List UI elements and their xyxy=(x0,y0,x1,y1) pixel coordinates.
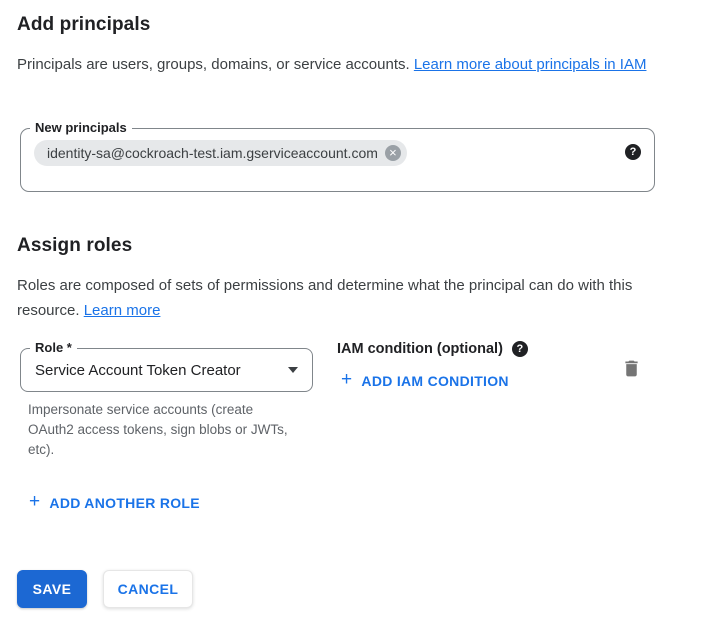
chevron-down-icon xyxy=(288,367,298,373)
iam-condition-help-icon[interactable]: ? xyxy=(512,341,528,357)
cancel-button[interactable]: CANCEL xyxy=(103,570,193,608)
plus-icon: + xyxy=(29,492,40,511)
save-button[interactable]: SAVE xyxy=(17,570,87,608)
add-iam-condition-button[interactable]: + ADD IAM CONDITION xyxy=(341,371,509,390)
page-title: Add principals xyxy=(17,14,150,36)
role-selected-value: Service Account Token Creator xyxy=(35,362,280,379)
add-principals-panel: Add principals Principals are users, gro… xyxy=(0,0,713,629)
add-another-role-button[interactable]: + ADD ANOTHER ROLE xyxy=(29,493,200,512)
assign-roles-title: Assign roles xyxy=(17,235,132,257)
new-principals-label: New principals xyxy=(30,120,132,136)
chip-remove-icon[interactable]: × xyxy=(385,145,401,161)
delete-role-button[interactable] xyxy=(617,354,645,382)
new-principals-help-icon[interactable]: ? xyxy=(625,144,641,160)
principals-description-text: Principals are users, groups, domains, o… xyxy=(17,56,414,73)
plus-icon: + xyxy=(341,370,352,389)
roles-description: Roles are composed of sets of permission… xyxy=(17,273,669,323)
add-iam-condition-label: ADD IAM CONDITION xyxy=(361,373,508,389)
add-another-role-label: ADD ANOTHER ROLE xyxy=(49,495,200,511)
role-helper-text: Impersonate service accounts (create OAu… xyxy=(28,400,290,460)
learn-more-principals-link[interactable]: Learn more about principals in IAM xyxy=(414,56,647,73)
learn-more-roles-link[interactable]: Learn more xyxy=(84,302,161,319)
role-label: Role * xyxy=(30,340,77,356)
iam-condition-label: IAM condition (optional) xyxy=(337,341,503,357)
principals-description: Principals are users, groups, domains, o… xyxy=(17,52,669,77)
role-select[interactable]: Role * Service Account Token Creator xyxy=(20,348,313,392)
principal-chip-text: identity-sa@cockroach-test.iam.gservicea… xyxy=(47,145,378,161)
iam-condition-header: IAM condition (optional) ? xyxy=(337,341,528,357)
new-principals-field[interactable]: New principals identity-sa@cockroach-tes… xyxy=(20,128,655,192)
trash-icon xyxy=(621,358,642,379)
principal-chip[interactable]: identity-sa@cockroach-test.iam.gservicea… xyxy=(34,140,407,166)
